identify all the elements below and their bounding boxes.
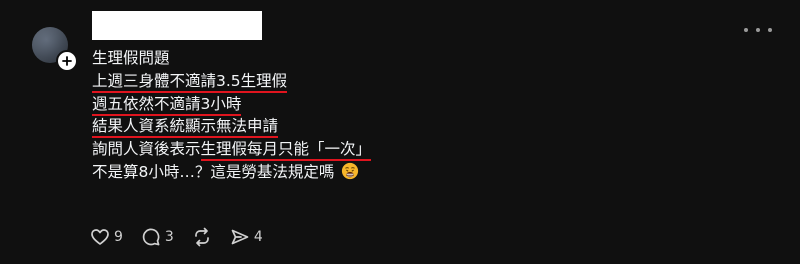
post-line: 週五依然不適請3小時 bbox=[92, 93, 692, 116]
follow-button[interactable] bbox=[56, 50, 78, 72]
post-line: 結果人資系統顯示無法申請 bbox=[92, 115, 692, 139]
repost-icon bbox=[194, 227, 209, 247]
post-line: 上週三身體不適請3.5生理假 bbox=[92, 70, 692, 93]
post-line: 生理假問題 bbox=[92, 49, 170, 67]
username-redacted bbox=[92, 11, 262, 40]
weary-face-emoji bbox=[342, 162, 359, 180]
share-button[interactable]: 4 bbox=[230, 227, 263, 247]
comment-count: 3 bbox=[164, 229, 174, 245]
send-icon bbox=[231, 229, 249, 245]
comment-button[interactable]: 3 bbox=[141, 227, 174, 247]
more-options-button[interactable] bbox=[744, 24, 772, 36]
post-actions: 9 3 4 bbox=[90, 226, 281, 248]
like-button[interactable]: 9 bbox=[90, 227, 123, 247]
post-body: 生理假問題 上週三身體不適請3.5生理假 週五依然不適請3小時 結果人資系統顯示… bbox=[92, 47, 692, 184]
share-count: 4 bbox=[253, 229, 263, 245]
comment-icon bbox=[142, 228, 160, 246]
plus-icon bbox=[62, 56, 72, 66]
post-line: 不是算8小時…？這是勞基法規定嗎 bbox=[92, 161, 692, 184]
thread-post: 生理假問題 上週三身體不適請3.5生理假 週五依然不適請3小時 結果人資系統顯示… bbox=[0, 0, 800, 264]
repost-button[interactable] bbox=[192, 227, 212, 247]
heart-icon bbox=[91, 229, 109, 245]
like-count: 9 bbox=[114, 229, 123, 245]
more-dots-icon bbox=[744, 28, 748, 32]
post-line: 詢問人資後表示生理假每月只能「一次」 bbox=[92, 138, 692, 162]
